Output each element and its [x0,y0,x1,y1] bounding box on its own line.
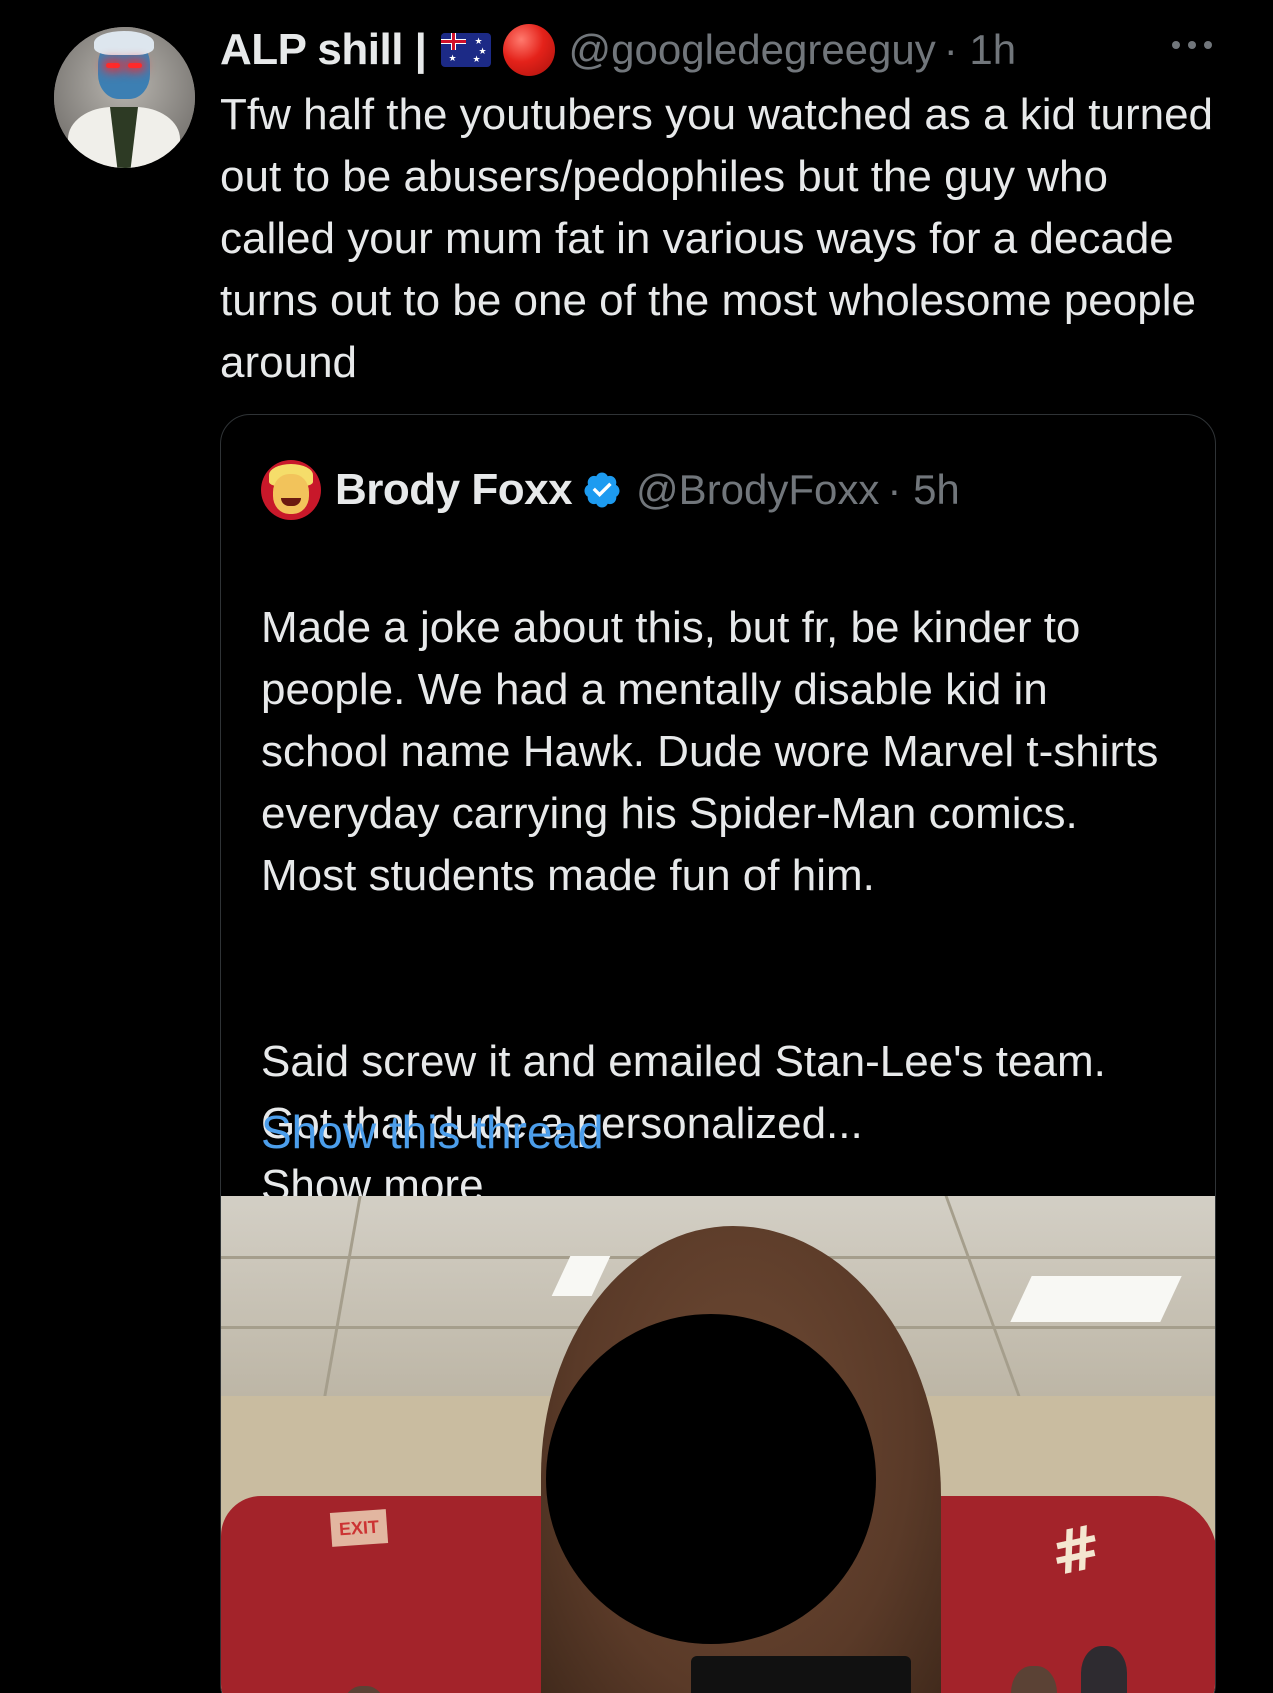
tweet[interactable]: ALP shill | ★ ★ ★ ★ @googledegreeguy · 1… [0,0,1273,1693]
more-options-icon[interactable] [1172,30,1212,60]
red-circle-icon [502,24,555,76]
author-name[interactable]: ALP shill | [220,25,427,75]
show-this-thread-link[interactable]: Show this thread [261,1105,604,1159]
ceiling-light [1010,1276,1182,1322]
australian-flag-icon: ★ ★ ★ ★ [440,33,491,67]
quote-time[interactable]: · 5h [887,466,959,514]
tweet-text: Tfw half the youtubers you watched as a … [220,90,1214,387]
quote-header: Brody Foxx @BrodyFoxx · 5h [261,459,960,521]
quoted-tweet[interactable]: Brody Foxx @BrodyFoxx · 5h Made a joke a… [220,414,1216,1693]
tweet-time[interactable]: · 1h [944,26,1016,74]
quote-paragraph-1: Made a joke about this, but fr, be kinde… [261,603,1159,900]
tweet-header: ALP shill | ★ ★ ★ ★ @googledegreeguy · 1… [220,18,1016,82]
quote-author-avatar[interactable] [261,460,321,520]
quote-author-handle[interactable]: @BrodyFoxx [636,466,879,514]
quote-author-name[interactable]: Brody Foxx [335,465,573,515]
redacted-face [546,1314,876,1644]
background-person [1081,1646,1127,1693]
author-avatar[interactable] [54,27,195,168]
verified-badge-icon [584,472,620,508]
exit-sign: EXIT [329,1509,389,1547]
author-handle[interactable]: @googledegreeguy [569,26,936,74]
comic-book [691,1656,911,1693]
quote-media-image[interactable]: EXIT # [221,1196,1215,1693]
